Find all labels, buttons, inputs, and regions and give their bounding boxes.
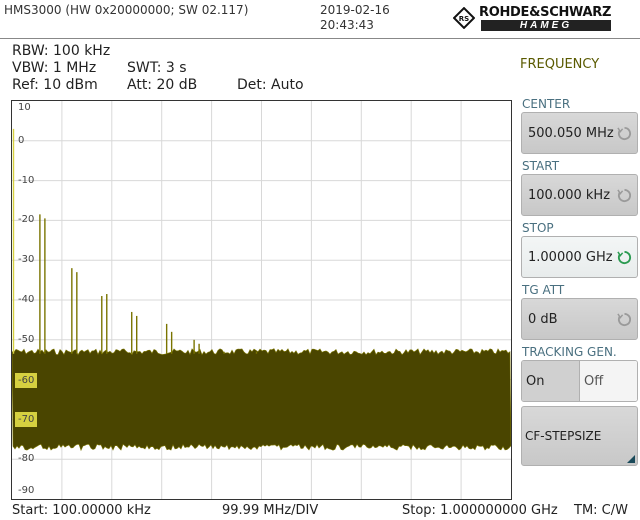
date-readout: 2019-02-16 <box>320 3 390 17</box>
rotary-knob-active-icon <box>617 250 631 265</box>
device-title: HMS3000 (HW 0x20000000; SW 02.117) <box>4 3 249 17</box>
y-axis-tick-label: -50 <box>18 333 35 345</box>
rotary-knob-icon <box>617 312 631 327</box>
y-axis-tick-label: -40 <box>18 294 35 305</box>
y-axis-tick-label: -70 <box>15 412 38 428</box>
time-readout: 20:43:43 <box>320 18 374 32</box>
rotary-knob-icon <box>617 126 631 141</box>
rohde-schwarz-logo: RS ROHDE&SCHWARZ HAMEG <box>453 5 637 33</box>
start-label: START <box>522 159 560 173</box>
logo-sub-text: HAMEG <box>481 20 611 31</box>
center-frequency-value: 500.050 MHz <box>528 125 614 141</box>
tracking-off-option[interactable]: Off <box>579 361 637 401</box>
header-divider <box>0 38 640 39</box>
center-label: CENTER <box>522 97 571 111</box>
vbw-readout: VBW: 1 MHz <box>12 60 97 76</box>
spectrum-trace-svg <box>12 101 511 499</box>
start-frequency-value: 100.000 kHz <box>528 187 611 203</box>
y-axis-tick-label: -10 <box>18 174 35 186</box>
rs-diamond-icon: RS <box>453 7 475 29</box>
menu-title: FREQUENCY <box>520 57 600 72</box>
stop-frequency-value: 1.00000 GHz <box>528 249 613 265</box>
center-frequency-button[interactable]: 500.050 MHz <box>521 112 638 154</box>
rbw-readout: RBW: 100 kHz <box>12 43 111 59</box>
tracking-on-option[interactable]: On <box>522 361 579 401</box>
ref-level-readout: Ref: 10 dBm <box>12 77 98 93</box>
tg-att-value: 0 dB <box>528 311 558 327</box>
y-axis-tick-label: -80 <box>18 453 35 465</box>
rotary-knob-icon <box>617 188 631 203</box>
tracking-gen-toggle[interactable]: On Off <box>521 360 638 402</box>
tracking-gen-label: TRACKING GEN. <box>522 345 617 359</box>
cf-stepsize-button[interactable]: CF-STEPSIZE <box>521 406 638 466</box>
svg-text:RS: RS <box>459 15 469 23</box>
stop-frequency-readout: Stop: 1.000000000 GHz <box>402 503 558 518</box>
stop-frequency-button[interactable]: 1.00000 GHz <box>521 236 638 278</box>
detector-readout: Det: Auto <box>237 77 304 93</box>
stop-label: STOP <box>522 221 554 235</box>
y-axis-tick-label: -20 <box>18 214 35 226</box>
start-frequency-button[interactable]: 100.000 kHz <box>521 174 638 216</box>
spectrum-display[interactable]: 10 0 -10 -20 -30 -40 -50 -60 -70 -80 -90 <box>11 100 512 500</box>
tg-att-button[interactable]: 0 dB <box>521 298 638 340</box>
y-axis-tick-label: -90 <box>18 485 35 496</box>
y-axis-tick-label: -30 <box>18 254 35 266</box>
cf-stepsize-label: CF-STEPSIZE <box>525 429 602 443</box>
start-frequency-readout: Start: 100.00000 kHz <box>12 503 151 518</box>
y-axis-tick-label: 0 <box>18 134 25 146</box>
y-axis-tick-label: 10 <box>18 102 31 113</box>
div-readout: 99.99 MHz/DIV <box>222 503 319 518</box>
tg-att-label: TG ATT <box>522 283 565 297</box>
attenuation-readout: Att: 20 dB <box>127 77 198 93</box>
logo-brand-text: ROHDE&SCHWARZ <box>479 5 612 20</box>
y-axis-tick-label: -60 <box>15 372 38 388</box>
trace-mode-readout: TM: C/W <box>574 503 628 518</box>
submenu-corner-icon <box>627 455 635 463</box>
swt-readout: SWT: 3 s <box>127 60 187 76</box>
noise-floor-band <box>12 348 511 452</box>
